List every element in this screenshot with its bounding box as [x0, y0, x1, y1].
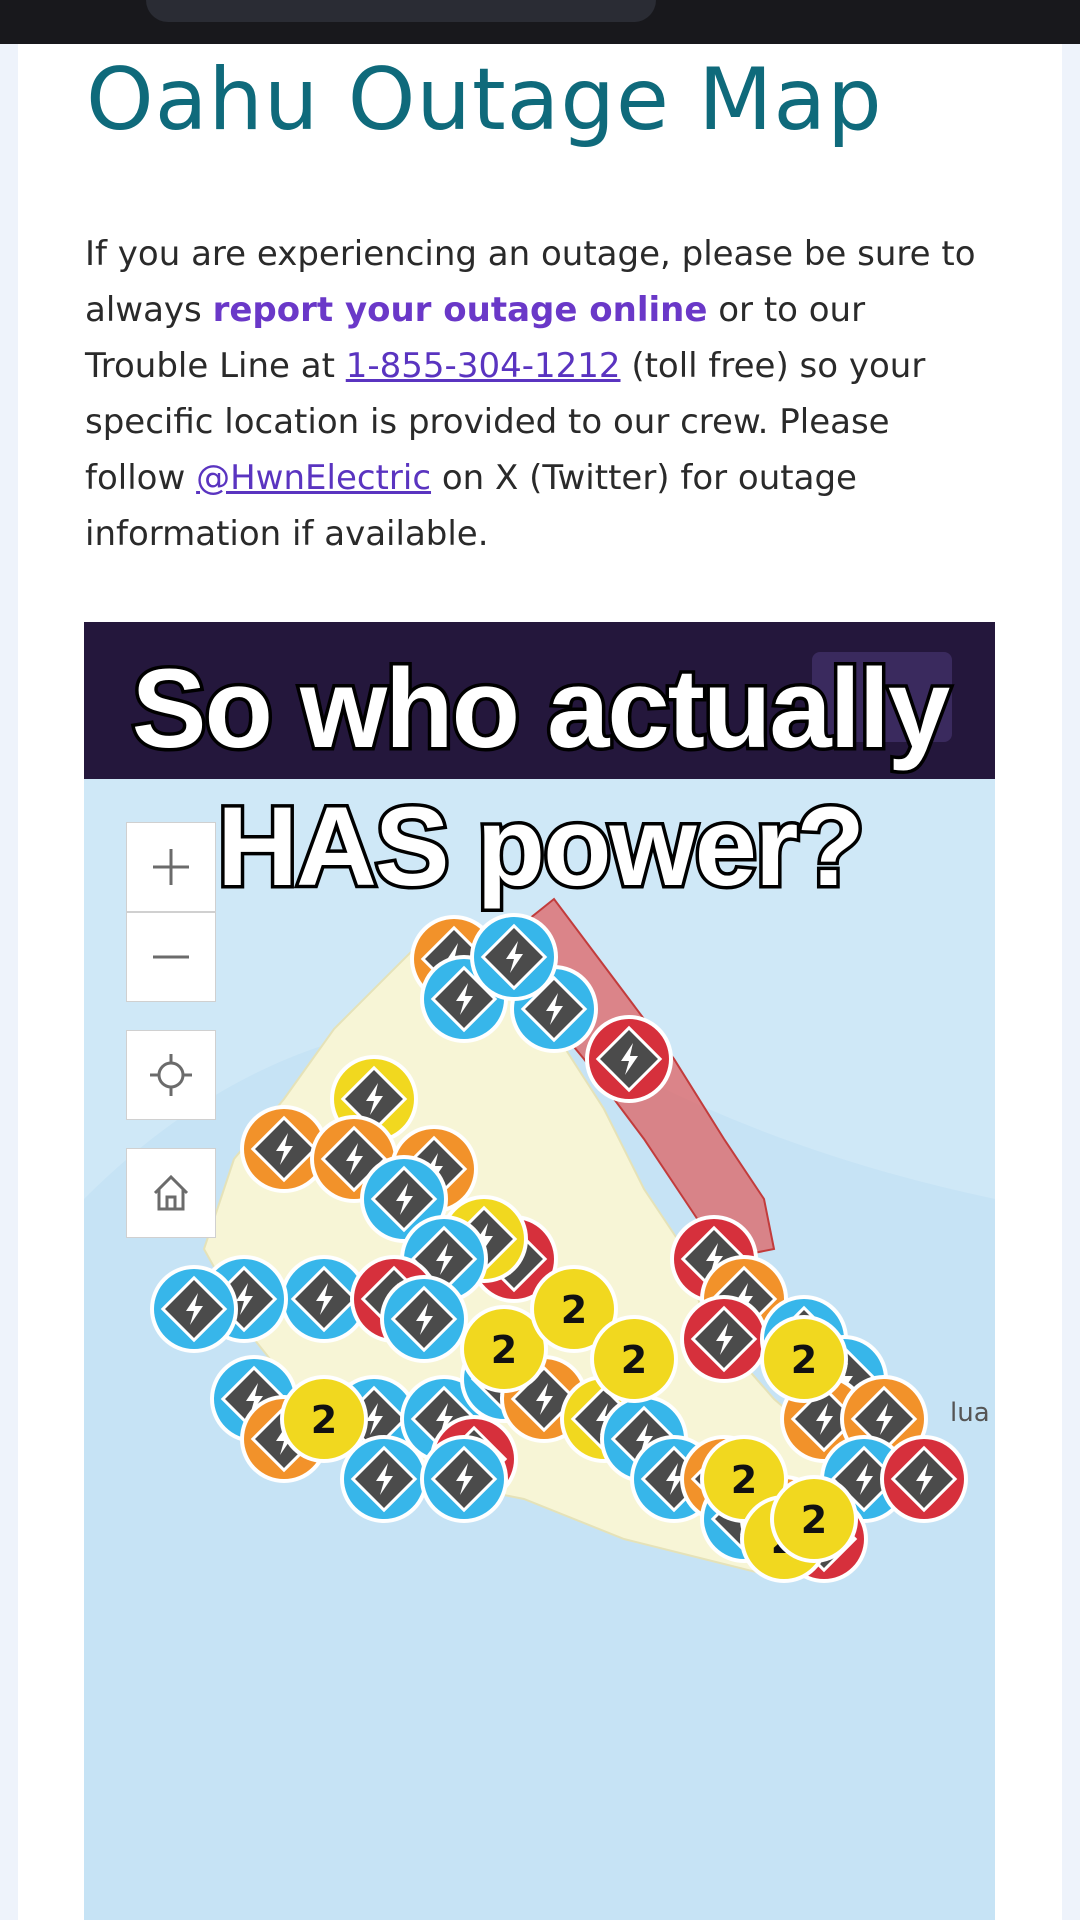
camera-notch	[146, 0, 656, 22]
zoom-out-button[interactable]	[126, 912, 216, 1002]
outage-count-label: 2	[561, 1288, 587, 1332]
status-bar	[0, 0, 1080, 44]
outage-marker[interactable]	[585, 1015, 673, 1103]
video-caption: So who actually HAS power?	[0, 640, 1080, 916]
crosshair-icon	[150, 1054, 192, 1096]
outage-marker[interactable]	[380, 1275, 468, 1363]
page-title: Oahu Outage Map	[86, 50, 883, 150]
home-button[interactable]	[126, 1148, 216, 1238]
outage-count-marker[interactable]: 2	[770, 1475, 858, 1563]
outage-count-marker[interactable]: 2	[590, 1315, 678, 1403]
trouble-line-phone-link[interactable]: 1-855-304-1212	[346, 346, 621, 386]
home-icon	[153, 1174, 189, 1211]
map-canvas[interactable]: 22222222	[84, 779, 995, 1920]
minus-icon	[153, 955, 189, 959]
report-outage-link[interactable]: report your outage online	[213, 290, 708, 330]
outage-marker[interactable]	[420, 1435, 508, 1523]
outage-count-label: 2	[791, 1338, 817, 1382]
outage-marker[interactable]	[150, 1265, 238, 1353]
outage-marker[interactable]	[880, 1435, 968, 1523]
caption-line-2: HAS power?	[214, 781, 869, 913]
locate-button[interactable]	[126, 1030, 216, 1120]
outage-marker[interactable]	[470, 913, 558, 1001]
outage-count-label: 2	[491, 1328, 517, 1372]
outage-count-label: 2	[731, 1458, 757, 1502]
outage-count-marker[interactable]: 2	[760, 1315, 848, 1403]
outage-count-marker[interactable]: 2	[280, 1375, 368, 1463]
caption-line-1: So who actually	[128, 643, 953, 775]
intro-paragraph: If you are experiencing an outage, pleas…	[85, 226, 985, 562]
outage-count-label: 2	[621, 1338, 647, 1382]
twitter-handle-link[interactable]: @HwnElectric	[196, 458, 431, 498]
outage-count-label: 2	[311, 1398, 337, 1442]
outage-count-label: 2	[801, 1498, 827, 1542]
outage-marker[interactable]	[680, 1295, 768, 1383]
place-label: lua	[950, 1398, 990, 1428]
